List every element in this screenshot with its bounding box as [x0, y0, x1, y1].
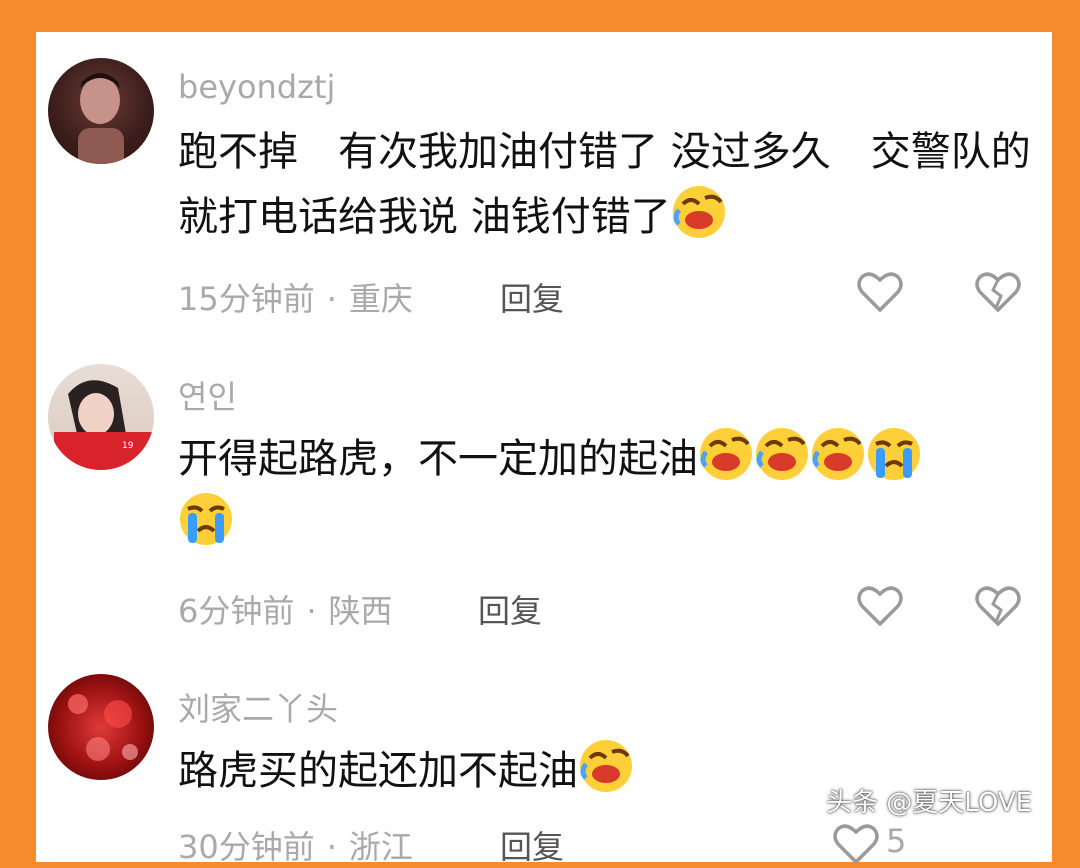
reply-button[interactable]: 回复 [500, 822, 564, 868]
laughing-crying-emoji-icon [672, 186, 725, 238]
reply-button[interactable]: 回复 [478, 586, 542, 632]
laughing-crying-emoji-icon [580, 740, 632, 792]
comment-text: 跑不掉 有次我加油付错了 没过多久 交警队的就打电话给我说 油钱付错了 [178, 120, 1038, 249]
comment-list: beyondztj 跑不掉 有次我加油付错了 没过多久 交警队的就打电话给我说 … [36, 32, 1052, 866]
comment-meta: 15分钟前 · 重庆 [178, 280, 413, 318]
like-count: 5 [886, 822, 907, 860]
username[interactable]: 刘家二丫头 [178, 684, 338, 730]
comment-text-content: 路虎买的起还加不起油 [178, 748, 578, 794]
loudly-crying-emoji-icon [868, 428, 920, 480]
comment-location: 浙江 [348, 828, 413, 866]
comment-time: 30分钟前 [178, 828, 315, 866]
laughing-crying-emoji-icon [756, 428, 808, 480]
reply-button[interactable]: 回复 [500, 274, 564, 320]
comment-location: 重庆 [348, 280, 413, 318]
comment-text-content: 开得起路虎，不一定加的起油 [178, 436, 698, 482]
laughing-crying-emoji-icon [812, 428, 864, 480]
comment-location: 陕西 [328, 592, 393, 630]
username[interactable]: beyondztj [178, 68, 335, 106]
watermark: 头条 @夏天LOVE [826, 788, 1033, 818]
dislike-broken-heart-icon[interactable] [974, 584, 1022, 628]
comment-time: 15分钟前 [178, 280, 315, 318]
username[interactable]: 연인 [178, 372, 237, 418]
comment-text: 开得起路虎，不一定加的起油 [178, 426, 1038, 556]
svg-text:19: 19 [122, 441, 134, 451]
loudly-crying-emoji-icon [180, 493, 232, 545]
laughing-crying-emoji-icon [700, 428, 752, 480]
dislike-broken-heart-icon[interactable] [974, 270, 1022, 314]
like-heart-icon[interactable] [856, 270, 904, 314]
comment-text-content: 跑不掉 有次我加油付错了 没过多久 交警队的就打电话给我说 油钱付错了 [178, 129, 1031, 240]
comment-time: 6分钟前 [178, 592, 295, 630]
avatar[interactable]: 19 [48, 364, 154, 470]
like-heart-icon[interactable] [832, 822, 880, 866]
like-heart-icon[interactable] [856, 584, 904, 628]
comment-meta: 30分钟前 · 浙江 [178, 828, 413, 866]
comment-meta: 6分钟前 · 陕西 [178, 592, 393, 630]
avatar[interactable] [48, 674, 154, 780]
avatar[interactable] [48, 58, 154, 164]
